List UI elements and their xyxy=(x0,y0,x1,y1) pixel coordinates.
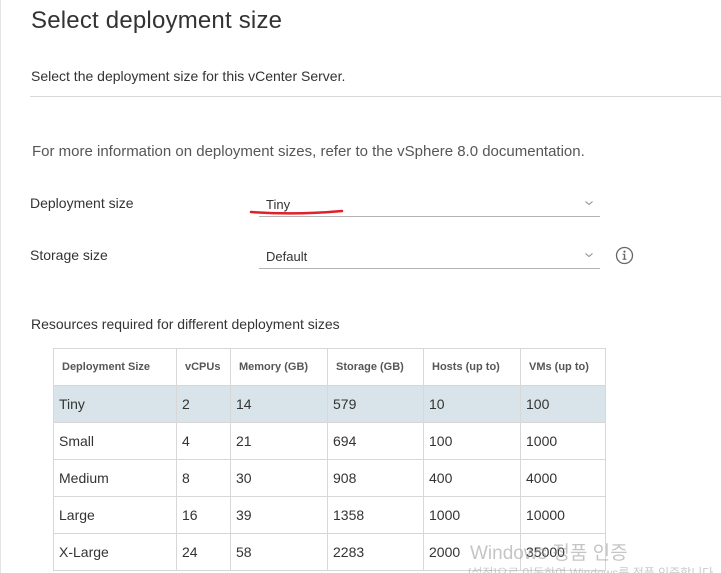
column-header: Deployment Size xyxy=(53,348,177,386)
table-header-row: Deployment Size vCPUs Memory (GB) Storag… xyxy=(53,348,606,386)
table-cell: Medium xyxy=(53,459,177,497)
table-cell: 10 xyxy=(423,385,521,423)
table-cell: 30 xyxy=(230,459,328,497)
column-header: vCPUs xyxy=(176,348,231,386)
table-cell: 400 xyxy=(423,459,521,497)
page-subtitle: Select the deployment size for this vCen… xyxy=(31,68,346,84)
table-row[interactable]: Tiny 2 14 579 10 100 xyxy=(53,385,606,423)
table-cell: 58 xyxy=(230,533,328,571)
divider xyxy=(0,0,1,573)
chevron-down-icon xyxy=(585,253,593,258)
table-cell: 4 xyxy=(176,422,231,460)
divider xyxy=(30,96,721,97)
table-cell: 35000 xyxy=(520,533,606,571)
chevron-down-icon xyxy=(585,201,593,206)
table-cell: Tiny xyxy=(53,385,177,423)
table-cell: 694 xyxy=(327,422,424,460)
storage-size-select[interactable]: Default xyxy=(259,246,600,269)
table-cell: 1000 xyxy=(520,422,606,460)
column-header: Hosts (up to) xyxy=(423,348,521,386)
table-cell: 8 xyxy=(176,459,231,497)
info-icon[interactable] xyxy=(615,246,634,265)
page-title: Select deployment size xyxy=(31,7,283,34)
table-cell: 2000 xyxy=(423,533,521,571)
deployment-size-page: Select deployment size Select the deploy… xyxy=(0,0,721,573)
table-row[interactable]: X-Large 24 58 2283 2000 35000 xyxy=(53,533,606,571)
table-cell: 2 xyxy=(176,385,231,423)
documentation-note: For more information on deployment sizes… xyxy=(32,143,585,160)
storage-size-value: Default xyxy=(266,249,308,264)
table-cell: 4000 xyxy=(520,459,606,497)
table-cell: 21 xyxy=(230,422,328,460)
table-cell: 10000 xyxy=(520,496,606,534)
table-cell: 1358 xyxy=(327,496,424,534)
table-row[interactable]: Large 16 39 1358 1000 10000 xyxy=(53,496,606,534)
column-header: Memory (GB) xyxy=(230,348,328,386)
table-cell: 908 xyxy=(327,459,424,497)
resources-heading: Resources required for different deploym… xyxy=(31,316,340,332)
red-underline-annotation xyxy=(249,209,344,215)
table-cell: X-Large xyxy=(53,533,177,571)
table-cell: Large xyxy=(53,496,177,534)
table-cell: 39 xyxy=(230,496,328,534)
table-cell: 24 xyxy=(176,533,231,571)
table-cell: 100 xyxy=(423,422,521,460)
column-header: VMs (up to) xyxy=(520,348,606,386)
deployment-size-label: Deployment size xyxy=(30,195,134,211)
table-cell: 2283 xyxy=(327,533,424,571)
table-row[interactable]: Small 4 21 694 100 1000 xyxy=(53,422,606,460)
table-cell: 14 xyxy=(230,385,328,423)
table-cell: Small xyxy=(53,422,177,460)
table-cell: 100 xyxy=(520,385,606,423)
storage-size-label: Storage size xyxy=(30,247,108,263)
table-cell: 579 xyxy=(327,385,424,423)
resources-table: Deployment Size vCPUs Memory (GB) Storag… xyxy=(53,348,606,571)
column-header: Storage (GB) xyxy=(327,348,424,386)
table-row[interactable]: Medium 8 30 908 400 4000 xyxy=(53,459,606,497)
table-cell: 1000 xyxy=(423,496,521,534)
table-cell: 16 xyxy=(176,496,231,534)
